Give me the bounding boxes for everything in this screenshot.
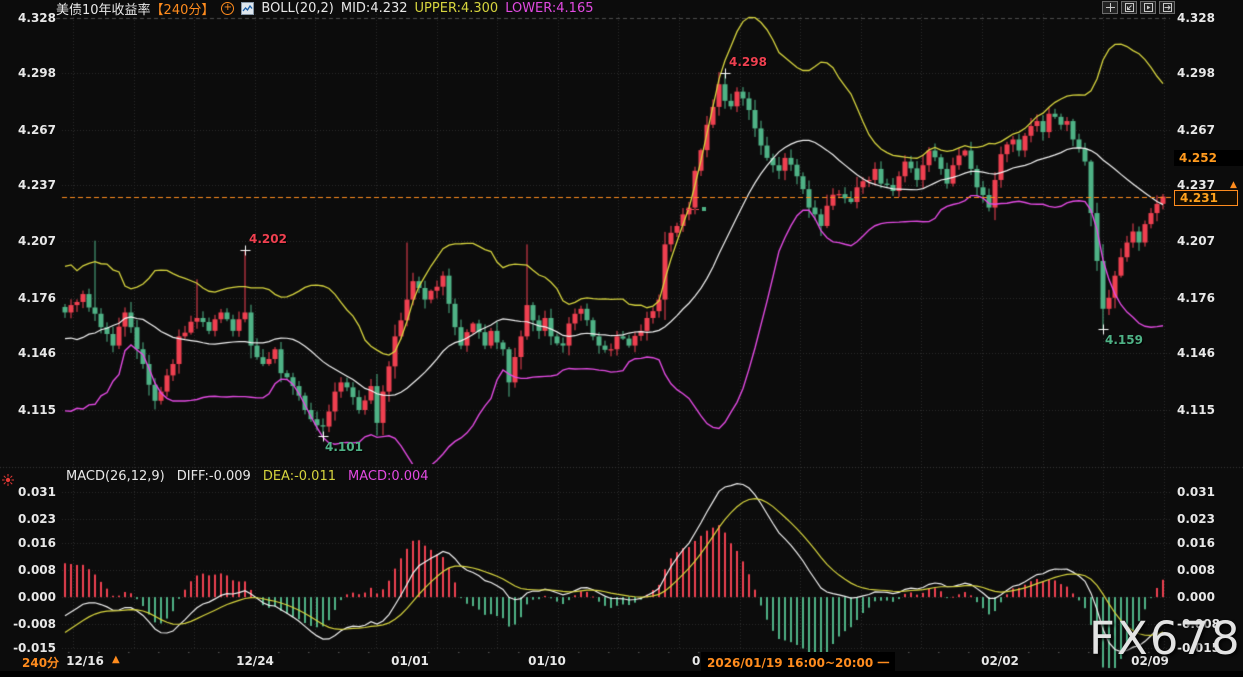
crosshair-icon[interactable] [1102, 1, 1118, 14]
price-annotation: 4.202 [249, 232, 287, 246]
chart-app: 美债10年收益率【240分】 + BOLL(20,2) MID:4.232 UP… [0, 0, 1243, 677]
y-axis-label: 4.298 [6, 66, 56, 80]
x-axis-date: 01/10 [528, 654, 566, 668]
time-axis-bar: 240分 ▲ 0 2026/01/19 16:00~20:00 一 12/16 1… [0, 652, 1243, 671]
watermark: FX678 [1089, 612, 1242, 665]
price-annotation: 4.298 [729, 55, 767, 69]
macd-axis-label: 0.016 [6, 536, 56, 550]
boll-label: BOLL(20,2) [261, 1, 334, 16]
macd-axis-label: 0.016 [1177, 536, 1215, 550]
occluded-date-label: 0 [692, 654, 700, 668]
x-axis-date: 12/16 [66, 654, 104, 668]
y-axis-label: 4.207 [1177, 234, 1215, 248]
price-annotation: 4.101 [325, 440, 363, 454]
y-axis-label: 4.115 [1177, 403, 1215, 417]
bottom-strip [0, 671, 1243, 677]
macd-legend-bar: MACD(26,12,9) DIFF:-0.009 DEA:-0.011 MAC… [66, 469, 429, 484]
period-label: 【240分】 [151, 0, 215, 18]
indicator-settings-icon[interactable] [1, 472, 15, 491]
instrument-title: 美债10年收益率 [56, 0, 151, 18]
timeframe-label[interactable]: 240分 [22, 654, 59, 671]
y-axis-label: 4.328 [1177, 11, 1215, 25]
y-axis-label: 4.237 [6, 178, 56, 192]
x-axis-date: 01/01 [391, 654, 429, 668]
collapse-arrow-icon[interactable]: ▲ [112, 654, 120, 665]
y-axis-label: 4.267 [6, 123, 56, 137]
y-axis-label: 4.176 [1177, 291, 1215, 305]
current-price-tag: 4.231 [1174, 190, 1238, 206]
chart-legend-bar: 美债10年收益率【240分】 + BOLL(20,2) MID:4.232 UP… [56, 0, 594, 16]
boll-upper-value: UPPER:4.300 [415, 1, 499, 16]
zoom-out-icon[interactable] [1121, 1, 1137, 14]
macd-axis-label: -0.008 [6, 617, 56, 631]
chart-toolbar [1102, 1, 1175, 14]
y-axis-label: 4.267 [1177, 123, 1215, 137]
x-axis-date: 02/02 [981, 654, 1019, 668]
y-axis-label: 4.176 [6, 291, 56, 305]
macd-axis-label: 0.023 [6, 512, 56, 526]
macd-axis-label: 0.008 [6, 563, 56, 577]
x-axis-date: 12/24 [236, 654, 274, 668]
candlestick-chart-canvas[interactable] [0, 0, 1243, 677]
chart-type-icon[interactable] [241, 2, 254, 15]
y-axis-label: 4.115 [6, 403, 56, 417]
macd-axis-label: 0.031 [1177, 485, 1215, 499]
macd-hist-value: MACD:0.004 [348, 469, 429, 484]
macd-axis-label: 0.023 [1177, 512, 1215, 526]
macd-dea-value: DEA:-0.011 [263, 469, 336, 484]
price-up-arrow-icon: ▲ [1230, 180, 1237, 190]
y-axis-label: 4.207 [6, 234, 56, 248]
price-annotation: 4.159 [1105, 333, 1143, 347]
macd-axis-label: 0.000 [1177, 590, 1215, 604]
time-range-tooltip: 2026/01/19 16:00~20:00 一 [701, 652, 895, 673]
macd-axis-label: 0.008 [1177, 563, 1215, 577]
boll-lower-value: LOWER:4.165 [505, 1, 593, 16]
add-indicator-icon[interactable]: + [221, 2, 234, 15]
macd-label: MACD(26,12,9) [66, 469, 165, 484]
macd-diff-value: DIFF:-0.009 [177, 469, 251, 484]
pan-right-icon[interactable] [1159, 1, 1175, 14]
y-axis-label: 4.146 [6, 346, 56, 360]
macd-axis-label: 0.000 [6, 590, 56, 604]
y-axis-label: 4.146 [1177, 346, 1215, 360]
y-axis-label: 4.328 [6, 11, 56, 25]
marked-price-tag: 4.252 [1174, 150, 1243, 166]
y-axis-label: 4.298 [1177, 66, 1215, 80]
zoom-in-icon[interactable] [1140, 1, 1156, 14]
boll-mid-value: MID:4.232 [341, 1, 408, 16]
